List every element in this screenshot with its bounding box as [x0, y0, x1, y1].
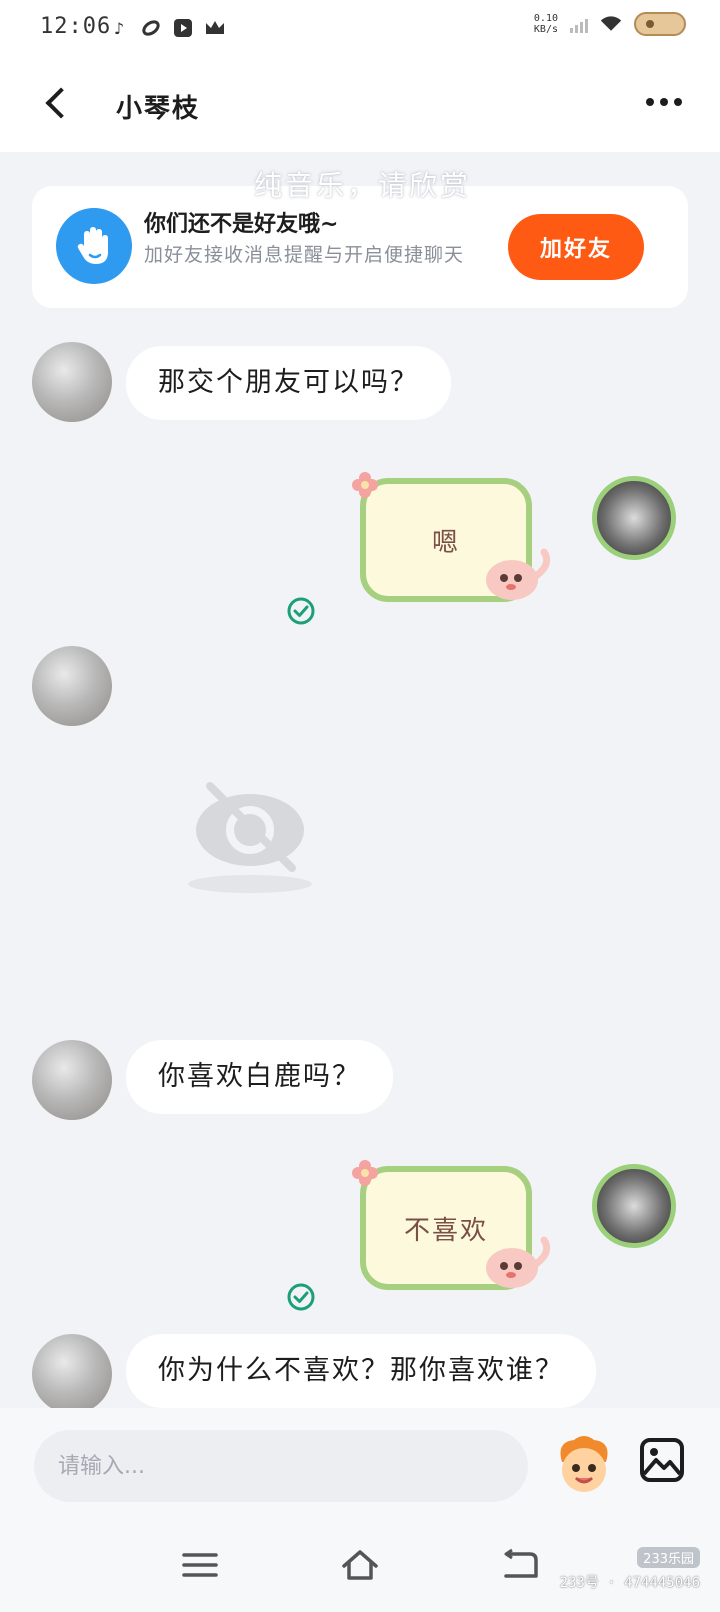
contact-avatar[interactable] [32, 1040, 112, 1120]
contact-avatar[interactable] [32, 1334, 112, 1414]
chat-header: 小琴枝 [0, 60, 720, 152]
contact-avatar[interactable] [32, 342, 112, 422]
network-speed-value: 0.10 [533, 13, 558, 24]
flower-decoration-icon [352, 472, 378, 498]
image-picker-button[interactable] [638, 1436, 686, 1484]
status-notification-icons: ♪ [108, 17, 226, 39]
read-receipt-check-icon [287, 597, 315, 625]
home-icon[interactable] [340, 1548, 380, 1582]
emoji-sticker-button[interactable] [552, 1432, 616, 1496]
message-text: 不喜欢 [403, 1215, 488, 1246]
link-icon [140, 17, 162, 39]
back-nav-icon[interactable] [500, 1548, 540, 1582]
add-friend-card: 你们还不是好友哦~ 加好友接收消息提醒与开启便捷聊天 加好友 [32, 186, 688, 308]
signal-icon [570, 15, 588, 33]
message-bubble-incoming[interactable]: 你喜欢白鹿吗？ [126, 1040, 393, 1114]
image-hidden-eye-icon[interactable] [180, 778, 320, 898]
friend-card-title: 你们还不是好友哦~ [144, 212, 339, 237]
teapot-pet-sticker-icon [486, 1236, 551, 1288]
more-dot-icon [674, 98, 682, 106]
teapot-pet-sticker-icon [486, 548, 551, 600]
network-speed-unit: KB/s [533, 24, 558, 35]
chat-title: 小琴枝 [116, 94, 201, 124]
self-avatar[interactable] [592, 1164, 676, 1248]
more-options-button[interactable] [644, 92, 684, 112]
waving-hand-icon [56, 208, 132, 284]
more-dot-icon [660, 98, 668, 106]
add-friend-button[interactable]: 加好友 [508, 214, 644, 280]
status-time: 12:06 [40, 14, 112, 39]
read-receipt-check-icon [287, 1283, 315, 1311]
menu-icon[interactable] [180, 1548, 220, 1582]
message-bubble-incoming[interactable]: 那交个朋友可以吗？ [126, 346, 451, 420]
back-button[interactable] [36, 82, 76, 126]
message-text: 嗯 [431, 527, 460, 558]
friend-card-subtitle: 加好友接收消息提醒与开启便捷聊天 [144, 244, 465, 266]
more-dot-icon [646, 98, 654, 106]
status-bar: 12:06 ♪ 0.10 KB/s [0, 0, 720, 60]
message-input[interactable] [34, 1430, 528, 1502]
music-overlay-text: 纯音乐，请欣赏 [254, 169, 472, 202]
crown-icon [204, 17, 226, 39]
battery-icon [634, 12, 686, 36]
watermark-id: 233号 · 474445046 [559, 1575, 700, 1591]
music-note-icon: ♪ [113, 18, 125, 38]
system-navigation-bar: 233乐园 233号 · 474445046 [0, 1518, 720, 1612]
contact-avatar[interactable] [32, 646, 112, 726]
self-avatar[interactable] [592, 476, 676, 560]
status-right: 0.10 KB/s [534, 12, 686, 36]
video-play-icon [172, 17, 194, 39]
flower-decoration-icon [352, 1160, 378, 1186]
wifi-icon [600, 13, 622, 35]
watermark-logo: 233乐园 [637, 1547, 700, 1568]
network-speed: 0.10 KB/s [534, 13, 558, 35]
message-composer [0, 1408, 720, 1518]
message-bubble-incoming[interactable]: 你为什么不喜欢？那你喜欢谁？ [126, 1334, 596, 1408]
